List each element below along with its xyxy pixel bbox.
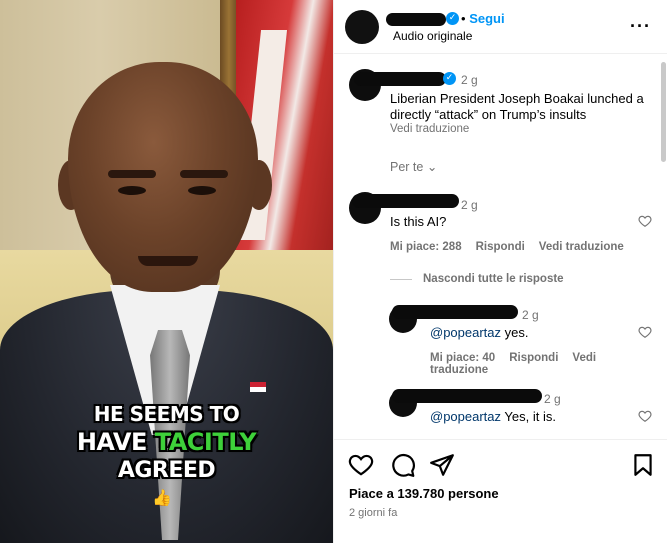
speaker-mouth [138, 256, 198, 266]
comment-bubble-icon[interactable] [390, 452, 416, 478]
scrollbar[interactable] [661, 62, 666, 162]
speaker-eye [188, 186, 216, 195]
comment-meta-row: Mi piace: 288 Rispondi Vedi traduzione [390, 241, 638, 253]
post-actions-bar: Piace a 139.780 persone 2 giorni fa [334, 439, 667, 543]
author-username-redacted[interactable] [354, 72, 446, 86]
mention-link[interactable]: @popeartaz [430, 409, 501, 424]
reply-text: @popeartaz Yes, it is. [430, 409, 556, 425]
see-translation-link[interactable]: Vedi traduzione [390, 123, 469, 135]
reply-body: yes. [501, 325, 529, 340]
author-username-redacted[interactable] [386, 13, 446, 26]
reply-text: @popeartaz yes. [430, 325, 529, 341]
thumbs-up-icon: 👍 [152, 490, 172, 507]
comment-likes-count[interactable]: Mi piace: 288 [390, 241, 462, 253]
speaker-eye [118, 186, 146, 195]
post-time[interactable]: 2 g [461, 73, 478, 87]
speaker-brow [108, 170, 156, 178]
mention-link[interactable]: @popeartaz [430, 325, 501, 340]
reply-button[interactable]: Rispondi [509, 352, 558, 364]
chevron-down-icon: ⌄ [426, 160, 438, 174]
divider [390, 279, 412, 280]
video-player[interactable]: HE SEEMS TO HAVE TACITLY AGREED 👍 [0, 0, 333, 543]
comment-text: Is this AI? [390, 214, 447, 229]
like-heart-icon[interactable] [348, 452, 374, 478]
more-options-icon[interactable]: ··· [630, 16, 651, 37]
reply-body: Yes, it is. [501, 409, 556, 424]
post-date[interactable]: 2 giorni fa [349, 507, 397, 519]
comment-time[interactable]: 2 g [461, 198, 478, 212]
hide-replies-button[interactable]: Nascondi tutte le risposte [423, 273, 564, 285]
reply-time[interactable]: 2 g [522, 308, 539, 322]
replier-username-redacted[interactable] [392, 305, 518, 319]
bookmark-icon[interactable] [630, 452, 656, 478]
reply-time[interactable]: 2 g [544, 392, 561, 406]
reply-button[interactable]: Rispondi [476, 241, 525, 253]
see-translation-link[interactable]: Vedi traduzione [539, 241, 624, 253]
separator-dot: • [461, 11, 466, 26]
heart-icon[interactable] [638, 214, 652, 228]
follow-button[interactable]: • Segui [461, 11, 505, 26]
post-header: ✓ • Segui Audio originale ··· [334, 0, 667, 54]
heart-icon[interactable] [638, 325, 652, 339]
lapel-pin [250, 382, 266, 392]
sort-label: Per te [390, 160, 424, 174]
verified-badge-icon: ✓ [443, 72, 456, 85]
share-paper-plane-icon[interactable] [429, 452, 455, 478]
audio-label[interactable]: Audio originale [393, 29, 472, 43]
video-caption-word: HAVE [76, 428, 155, 456]
likes-count[interactable]: Piace a 139.780 persone [349, 486, 499, 501]
verified-badge-icon: ✓ [446, 12, 459, 25]
video-caption-line-3: AGREED [117, 458, 216, 483]
video-caption-highlight: TACITLY [154, 428, 257, 456]
reply-likes-count[interactable]: Mi piace: 40 [430, 352, 495, 364]
post-caption-text: Liberian President Joseph Boakai lunched… [390, 91, 644, 122]
commenter-username-redacted[interactable] [352, 194, 459, 208]
heart-icon[interactable] [638, 409, 652, 423]
video-caption-line-1: HE SEEMS TO [93, 402, 240, 426]
follow-label: Segui [469, 11, 505, 26]
reply-meta-row: Mi piace: 40 Rispondi Vedi traduzione [430, 352, 667, 376]
replier-username-redacted[interactable] [392, 389, 542, 403]
speaker-brow [180, 170, 228, 178]
video-caption-line-2: HAVE TACITLY [0, 428, 333, 456]
comment-sort-dropdown[interactable]: Per te ⌄ [390, 159, 437, 174]
author-avatar[interactable] [345, 10, 379, 44]
post-side-panel: ✓ • Segui Audio originale ··· ✓ 2 g Libe… [333, 0, 667, 543]
comments-scroll-area[interactable]: ✓ 2 g Liberian President Joseph Boakai l… [334, 55, 667, 439]
